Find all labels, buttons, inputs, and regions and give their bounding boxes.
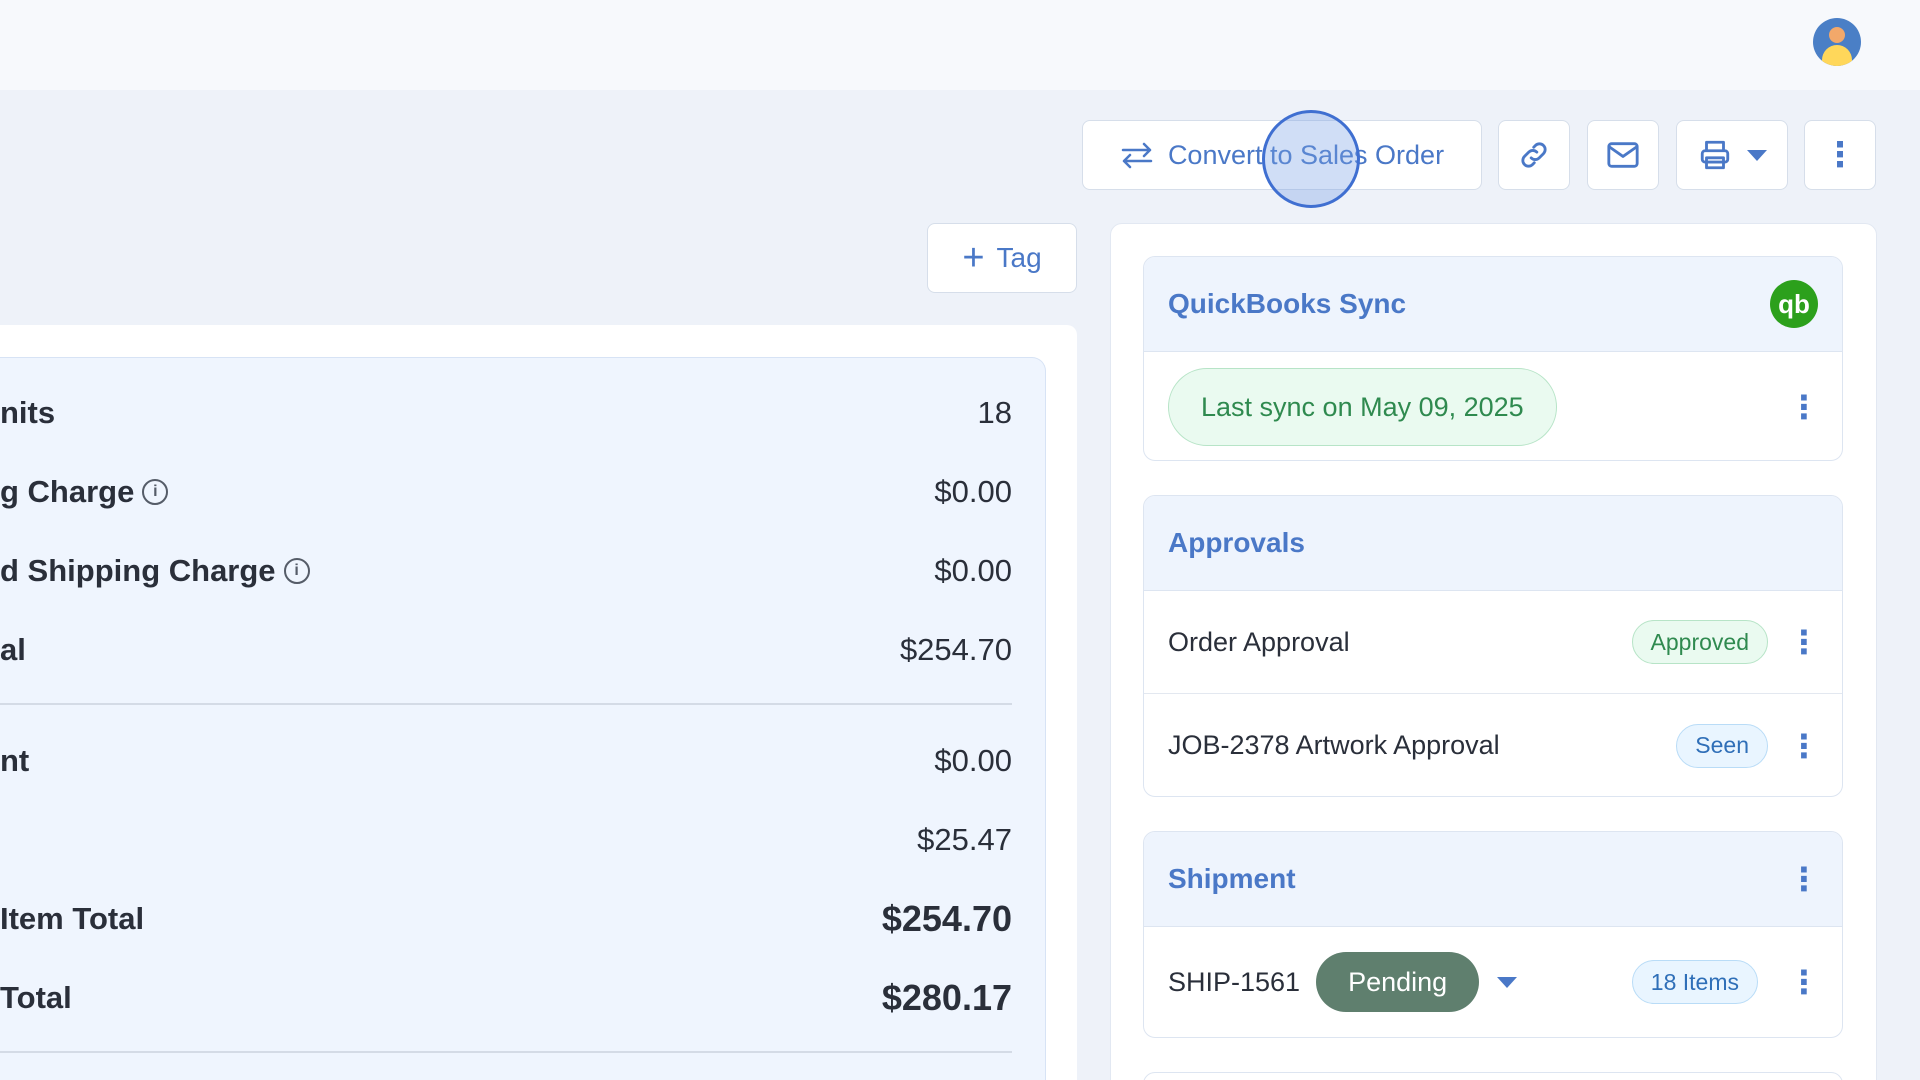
user-avatar[interactable] <box>1813 18 1861 66</box>
email-button[interactable] <box>1587 120 1659 190</box>
summary-label-wrap: g Charge i <box>0 474 169 510</box>
shipment-header: Shipment ⋮ <box>1144 832 1842 927</box>
tag-button-label: Tag <box>996 242 1042 273</box>
status-badge: Seen <box>1676 723 1768 768</box>
chevron-down-icon[interactable] <box>1497 976 1518 988</box>
summary-value: $280.17 <box>881 977 1012 1018</box>
summary-row-handling-charge: g Charge i $0.00 <box>0 467 1012 517</box>
shipment-row[interactable]: SHIP-1561 Pending 18 Items ⋮ <box>1144 927 1842 1037</box>
summary-row-subtotal: al $254.70 <box>0 625 1012 675</box>
chevron-down-icon <box>1747 149 1767 161</box>
summary-divider <box>0 703 1012 705</box>
approval-label: JOB-2378 Artwork Approval <box>1168 730 1500 760</box>
shipment-id: SHIP-1561 <box>1168 966 1301 997</box>
avatar-head <box>1829 27 1845 43</box>
summary-row-units: nits 18 <box>0 388 1012 438</box>
summary-row-item-total: Item Total $254.70 <box>0 894 1012 944</box>
kebab-menu-icon: ⋮ <box>1823 136 1857 174</box>
summary-label: g Charge <box>0 474 135 509</box>
summary-value: $0.00 <box>934 553 1012 588</box>
summary-value: $25.47 <box>917 822 1012 857</box>
quickbooks-sync-panel: QuickBooks Sync qb Last sync on May 09, … <box>1143 256 1843 461</box>
panel-title: Shipment <box>1168 863 1296 894</box>
summary-row-discount: nt $0.00 <box>0 736 1012 786</box>
summary-label: nt <box>0 743 30 778</box>
shipment-panel: Shipment ⋮ SHIP-1561 Pending 18 Items ⋮ <box>1143 831 1843 1038</box>
copy-link-button[interactable] <box>1498 120 1570 190</box>
more-options-button[interactable]: ⋮ <box>1804 120 1876 190</box>
info-icon[interactable]: i <box>283 558 310 584</box>
summary-value: $254.70 <box>899 632 1012 667</box>
order-summary-totals: nits 18 g Charge i $0.00 d Shipping Char… <box>0 357 1046 1080</box>
summary-value: $0.00 <box>934 743 1012 778</box>
summary-row-tax: $25.47 <box>0 815 1012 865</box>
summary-value: $254.70 <box>881 898 1012 939</box>
top-bar <box>0 0 1920 90</box>
summary-label: Item Total <box>0 901 145 936</box>
kebab-menu-icon[interactable]: ⋮ <box>1788 730 1820 762</box>
summary-value: $0.00 <box>934 474 1012 509</box>
summary-row-shipping-charge: d Shipping Charge i $0.00 <box>0 546 1012 596</box>
summary-label: al <box>0 632 26 667</box>
next-panel <box>1143 1072 1843 1080</box>
quickbooks-sync-row: Last sync on May 09, 2025 ⋮ <box>1144 352 1842 460</box>
approvals-panel: Approvals Order Approval Approved ⋮ JOB-… <box>1143 495 1843 797</box>
avatar-body <box>1822 45 1852 66</box>
status-badge: Approved <box>1631 620 1768 664</box>
kebab-menu-icon[interactable]: ⋮ <box>1788 626 1820 658</box>
shipment-status-dropdown[interactable]: Pending <box>1316 952 1480 1012</box>
panel-title: Approvals <box>1168 527 1305 558</box>
approval-item[interactable]: Order Approval Approved ⋮ <box>1144 591 1842 694</box>
panel-title: QuickBooks Sync <box>1168 288 1407 319</box>
summary-label: nits <box>0 395 56 430</box>
approvals-header: Approvals <box>1144 496 1842 591</box>
summary-label-wrap: d Shipping Charge i <box>0 553 310 589</box>
swap-arrows-icon <box>1121 142 1153 169</box>
summary-row-grand-total: Total $280.17 <box>0 973 1012 1023</box>
quickbooks-sync-header: QuickBooks Sync qb <box>1144 257 1842 352</box>
summary-label: d Shipping Charge <box>0 553 276 588</box>
mail-icon <box>1607 142 1639 168</box>
summary-label: Total <box>0 980 72 1015</box>
kebab-menu-icon[interactable]: ⋮ <box>1788 863 1820 895</box>
click-indicator <box>1262 110 1360 208</box>
items-count-badge: 18 Items <box>1631 960 1758 1004</box>
last-sync-badge: Last sync on May 09, 2025 <box>1168 368 1557 446</box>
printer-icon <box>1700 140 1730 170</box>
kebab-menu-icon[interactable]: ⋮ <box>1788 966 1820 998</box>
summary-value: 18 <box>977 395 1012 430</box>
approval-label: Order Approval <box>1168 626 1350 657</box>
plus-icon: + <box>962 237 985 279</box>
info-icon[interactable]: i <box>142 479 169 505</box>
link-icon <box>1521 142 1547 168</box>
quickbooks-logo-icon: qb <box>1770 280 1818 328</box>
summary-divider <box>0 1051 1012 1053</box>
add-tag-button[interactable]: + Tag <box>927 223 1077 293</box>
approval-item[interactable]: JOB-2378 Artwork Approval Seen ⋮ <box>1144 694 1842 796</box>
kebab-menu-icon[interactable]: ⋮ <box>1788 391 1820 423</box>
print-button[interactable] <box>1676 120 1788 190</box>
